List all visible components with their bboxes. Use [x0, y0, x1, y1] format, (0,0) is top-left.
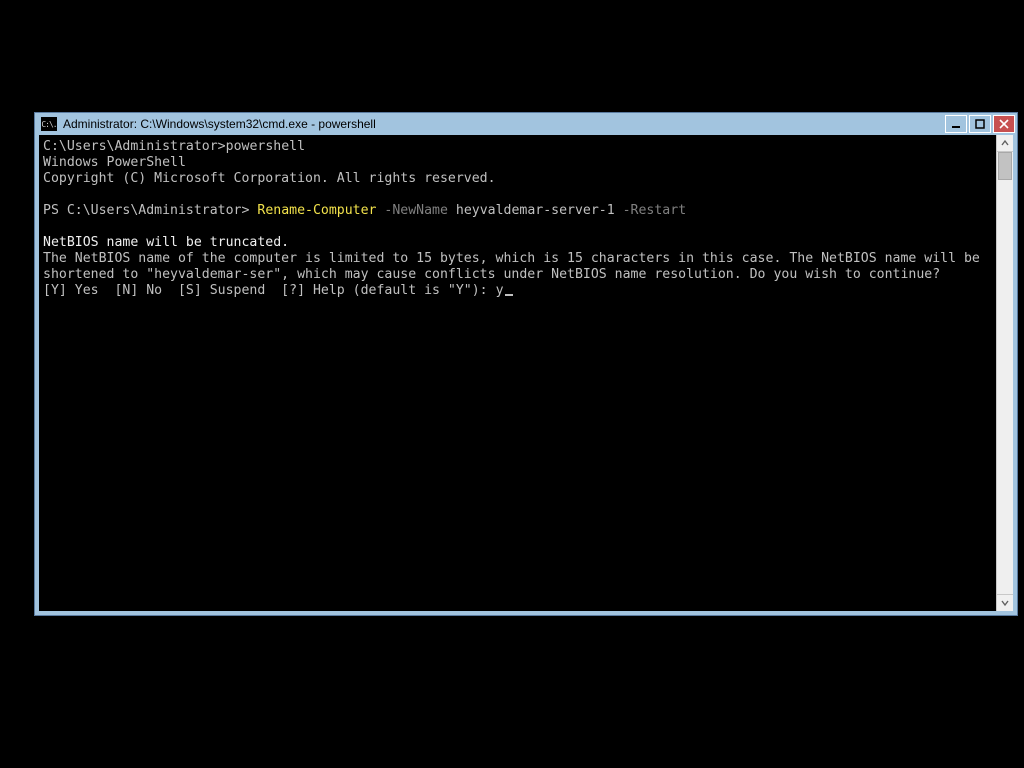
window-title: Administrator: C:\Windows\system32\cmd.e… — [63, 117, 943, 131]
scroll-thumb[interactable] — [998, 152, 1012, 180]
ps-param-newname: -NewName — [376, 203, 447, 218]
scroll-down-button[interactable] — [997, 594, 1013, 611]
ps-param-restart: -Restart — [615, 203, 686, 218]
warning-body: The NetBIOS name of the computer is limi… — [43, 251, 988, 282]
chevron-down-icon — [1001, 599, 1009, 607]
ps-banner-2: Copyright (C) Microsoft Corporation. All… — [43, 171, 496, 186]
maximize-icon — [975, 119, 985, 129]
cmd-input-1: powershell — [226, 139, 305, 154]
titlebar[interactable]: C:\. Administrator: C:\Windows\system32\… — [35, 113, 1017, 135]
cmd-icon: C:\. — [41, 117, 57, 131]
cmd-window: C:\. Administrator: C:\Windows\system32\… — [34, 112, 1018, 616]
ps-arg-newname: heyvaldemar-server-1 — [448, 203, 615, 218]
ps-banner-1: Windows PowerShell — [43, 155, 186, 170]
ps-prompt: PS C:\Users\Administrator> — [43, 203, 257, 218]
ps-cmdlet: Rename-Computer — [257, 203, 376, 218]
close-icon — [999, 119, 1009, 129]
vertical-scrollbar[interactable] — [996, 135, 1013, 611]
text-cursor — [505, 294, 513, 296]
choice-answer: y — [496, 283, 504, 298]
scroll-track[interactable] — [997, 152, 1013, 594]
warning-heading: NetBIOS name will be truncated. — [43, 235, 289, 250]
terminal-output[interactable]: C:\Users\Administrator>powershell Window… — [39, 135, 996, 611]
minimize-icon — [951, 119, 961, 129]
scroll-up-button[interactable] — [997, 135, 1013, 152]
choice-prompt: [Y] Yes [N] No [S] Suspend [?] Help (def… — [43, 283, 496, 298]
cmd-prompt-1: C:\Users\Administrator> — [43, 139, 226, 154]
client-area: C:\Users\Administrator>powershell Window… — [35, 135, 1017, 615]
chevron-up-icon — [1001, 139, 1009, 147]
maximize-button[interactable] — [969, 115, 991, 133]
close-button[interactable] — [993, 115, 1015, 133]
minimize-button[interactable] — [945, 115, 967, 133]
